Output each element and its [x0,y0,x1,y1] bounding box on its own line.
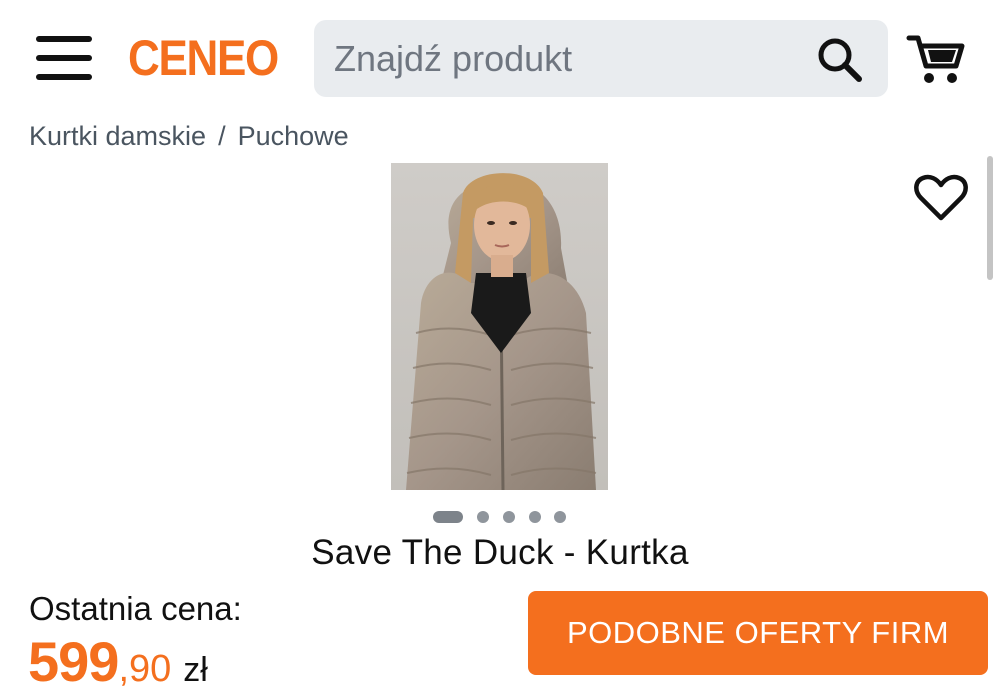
price-currency: zł [183,651,208,689]
header: CENEO [0,0,1000,112]
carousel-dot[interactable] [477,511,489,523]
scrollbar[interactable] [987,156,993,280]
price-integer: 599 [28,630,119,693]
similar-offers-button[interactable]: PODOBNE OFERTY FIRM [528,591,988,675]
ceneo-logo[interactable]: CENEO [128,28,279,88]
heart-icon[interactable] [914,174,968,222]
product-image[interactable] [391,163,608,490]
product-title: Save The Duck - Kurtka [311,533,689,572]
search-icon[interactable] [816,36,864,84]
carousel-dot[interactable] [554,511,566,523]
breadcrumb: Kurtki damskie / Puchowe [29,118,349,154]
carousel-dot[interactable] [433,511,463,523]
breadcrumb-separator: / [218,120,226,151]
product-photo-jacket [391,163,608,490]
carousel-dot[interactable] [529,511,541,523]
menu-icon[interactable] [36,36,92,84]
carousel-dot[interactable] [503,511,515,523]
price-label: Ostatnia cena: [29,590,242,627]
price: 599,90 zł [28,630,208,693]
image-carousel-dots [433,508,573,524]
search-input[interactable] [334,20,804,97]
search-bar[interactable] [314,20,888,97]
cart-icon[interactable] [906,32,966,86]
breadcrumb-kurtki-damskie[interactable]: Kurtki damskie [29,121,206,152]
breadcrumb-puchowe[interactable]: Puchowe [238,121,349,152]
price-decimal: ,90 [118,648,172,690]
